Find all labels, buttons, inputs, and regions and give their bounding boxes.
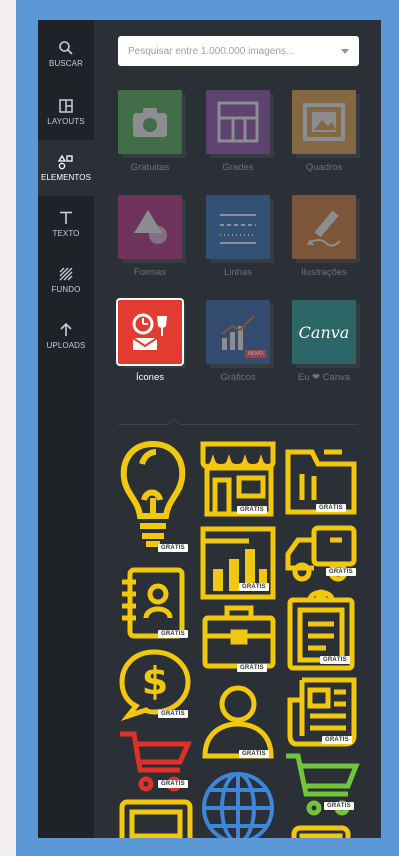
category-gratuitas[interactable]: Gratuitas (118, 90, 182, 173)
rail-item-fundo[interactable]: FUNDO (38, 252, 94, 308)
editor-panel: BUSCAR LAYOUTS ELEMENTOS TEXTO FUNDO UPL… (38, 20, 381, 838)
clock-wine-icon (132, 313, 167, 350)
category-label: Linhas (224, 267, 252, 278)
free-badge: GRÁTIS (158, 630, 188, 638)
upload-icon (60, 322, 72, 336)
category-label: Grades (222, 162, 254, 173)
storefront-icon[interactable]: GRÁTIS (199, 440, 279, 518)
chevron-down-icon[interactable] (341, 48, 349, 54)
search-input[interactable] (128, 45, 341, 57)
rail-label: ELEMENTOS (40, 173, 92, 182)
category-label: Gratuitas (130, 162, 170, 173)
free-badge: GRÁTIS (324, 802, 354, 810)
dollar-bubble-icon[interactable]: $ GRÁTIS (118, 648, 192, 722)
free-badge: GRÁTIS (237, 506, 267, 514)
category-quadros[interactable]: Quadros (292, 90, 356, 173)
rail-item-layouts[interactable]: LAYOUTS (38, 84, 94, 140)
category-ilustracoes[interactable]: Ilustrações (292, 195, 356, 278)
icons-grid: GRÁTIS GRÁTIS GRÁTIS GRÁTIS GRÁTIS GRÁTI… (94, 430, 381, 838)
category-label: Quadros (305, 162, 343, 173)
search-box[interactable] (118, 36, 359, 66)
rail-item-texto[interactable]: TEXTO (38, 196, 94, 252)
free-badge: GRÁTIS (239, 750, 269, 758)
free-badge: GRÁTIS (237, 664, 267, 672)
rail-label: FUNDO (51, 285, 81, 294)
rail-label: TEXTO (52, 229, 80, 238)
free-badge: GRÁTIS (316, 504, 346, 512)
rail-item-buscar[interactable]: BUSCAR (38, 26, 94, 82)
free-badge: GRÁTIS (158, 544, 188, 552)
folder-icon[interactable]: GRÁTIS (284, 444, 358, 516)
background-icon (59, 267, 73, 281)
newspaper-icon[interactable]: GRÁTIS (286, 676, 358, 748)
shapes-icon (134, 210, 167, 244)
free-badge: GRÁTIS (322, 736, 352, 744)
category-icones[interactable]: Ícones (116, 298, 184, 383)
svg-text:$: $ (142, 659, 168, 703)
category-label: Gráficos (220, 372, 256, 383)
free-badge: GRÁTIS (239, 583, 269, 591)
bar-chart-icon[interactable]: GRÁTIS (199, 525, 277, 601)
pencil-icon (307, 210, 341, 247)
canva-logo: Canva (298, 322, 350, 342)
text-icon (60, 211, 72, 224)
grid-icon (217, 101, 259, 143)
category-eu-canva[interactable]: Canva Eu ❤ Canva (292, 300, 356, 383)
lightbulb-icon[interactable]: GRÁTIS (118, 438, 188, 558)
free-badge: GRÁTIS (320, 656, 350, 664)
green-cart-icon[interactable]: GRÁTIS (284, 752, 360, 818)
elements-panel: Gratuitas Grades Quadros Formas Linhas (94, 20, 381, 838)
free-badge: GRÁTIS (158, 780, 188, 788)
globe-icon[interactable] (200, 770, 276, 838)
camera-icon (133, 108, 167, 137)
category-formas[interactable]: Formas (118, 195, 182, 278)
category-grades[interactable]: Grades (206, 90, 270, 173)
category-label: Ilustrações (301, 267, 347, 278)
rail-item-uploads[interactable]: UPLOADS (38, 308, 94, 364)
category-graficos[interactable]: NOVO Gráficos (206, 300, 270, 383)
elements-icon (58, 154, 73, 170)
rail-label: UPLOADS (46, 341, 86, 350)
rail-label: BUSCAR (49, 59, 83, 68)
tablet-icon[interactable] (290, 824, 352, 838)
contacts-book-icon[interactable]: GRÁTIS (118, 566, 192, 640)
frame-picture-icon (303, 103, 345, 141)
lines-icon (220, 214, 256, 244)
layouts-icon (59, 99, 73, 113)
category-label: Ícones (136, 372, 164, 383)
monitor-icon[interactable]: GRÁTIS (118, 798, 194, 838)
search-icon (59, 41, 73, 55)
side-rail: BUSCAR LAYOUTS ELEMENTOS TEXTO FUNDO UPL… (38, 20, 94, 838)
red-cart-icon[interactable]: GRÁTIS (118, 730, 192, 794)
section-divider (118, 424, 358, 425)
truck-icon[interactable]: GRÁTIS (284, 524, 358, 584)
rail-label: LAYOUTS (47, 117, 85, 126)
category-label: Eu ❤ Canva (297, 372, 351, 383)
free-badge: GRÁTIS (158, 710, 188, 718)
briefcase-icon[interactable]: GRÁTIS (201, 602, 277, 672)
user-icon[interactable]: GRÁTIS (201, 682, 275, 760)
chart-icon (221, 315, 255, 350)
new-badge: NOVO (245, 350, 266, 358)
rail-item-elementos[interactable]: ELEMENTOS (38, 140, 94, 196)
free-badge: GRÁTIS (326, 568, 356, 576)
clipboard-icon[interactable]: GRÁTIS (286, 586, 356, 672)
category-label: Formas (133, 267, 167, 278)
category-linhas[interactable]: Linhas (206, 195, 270, 278)
